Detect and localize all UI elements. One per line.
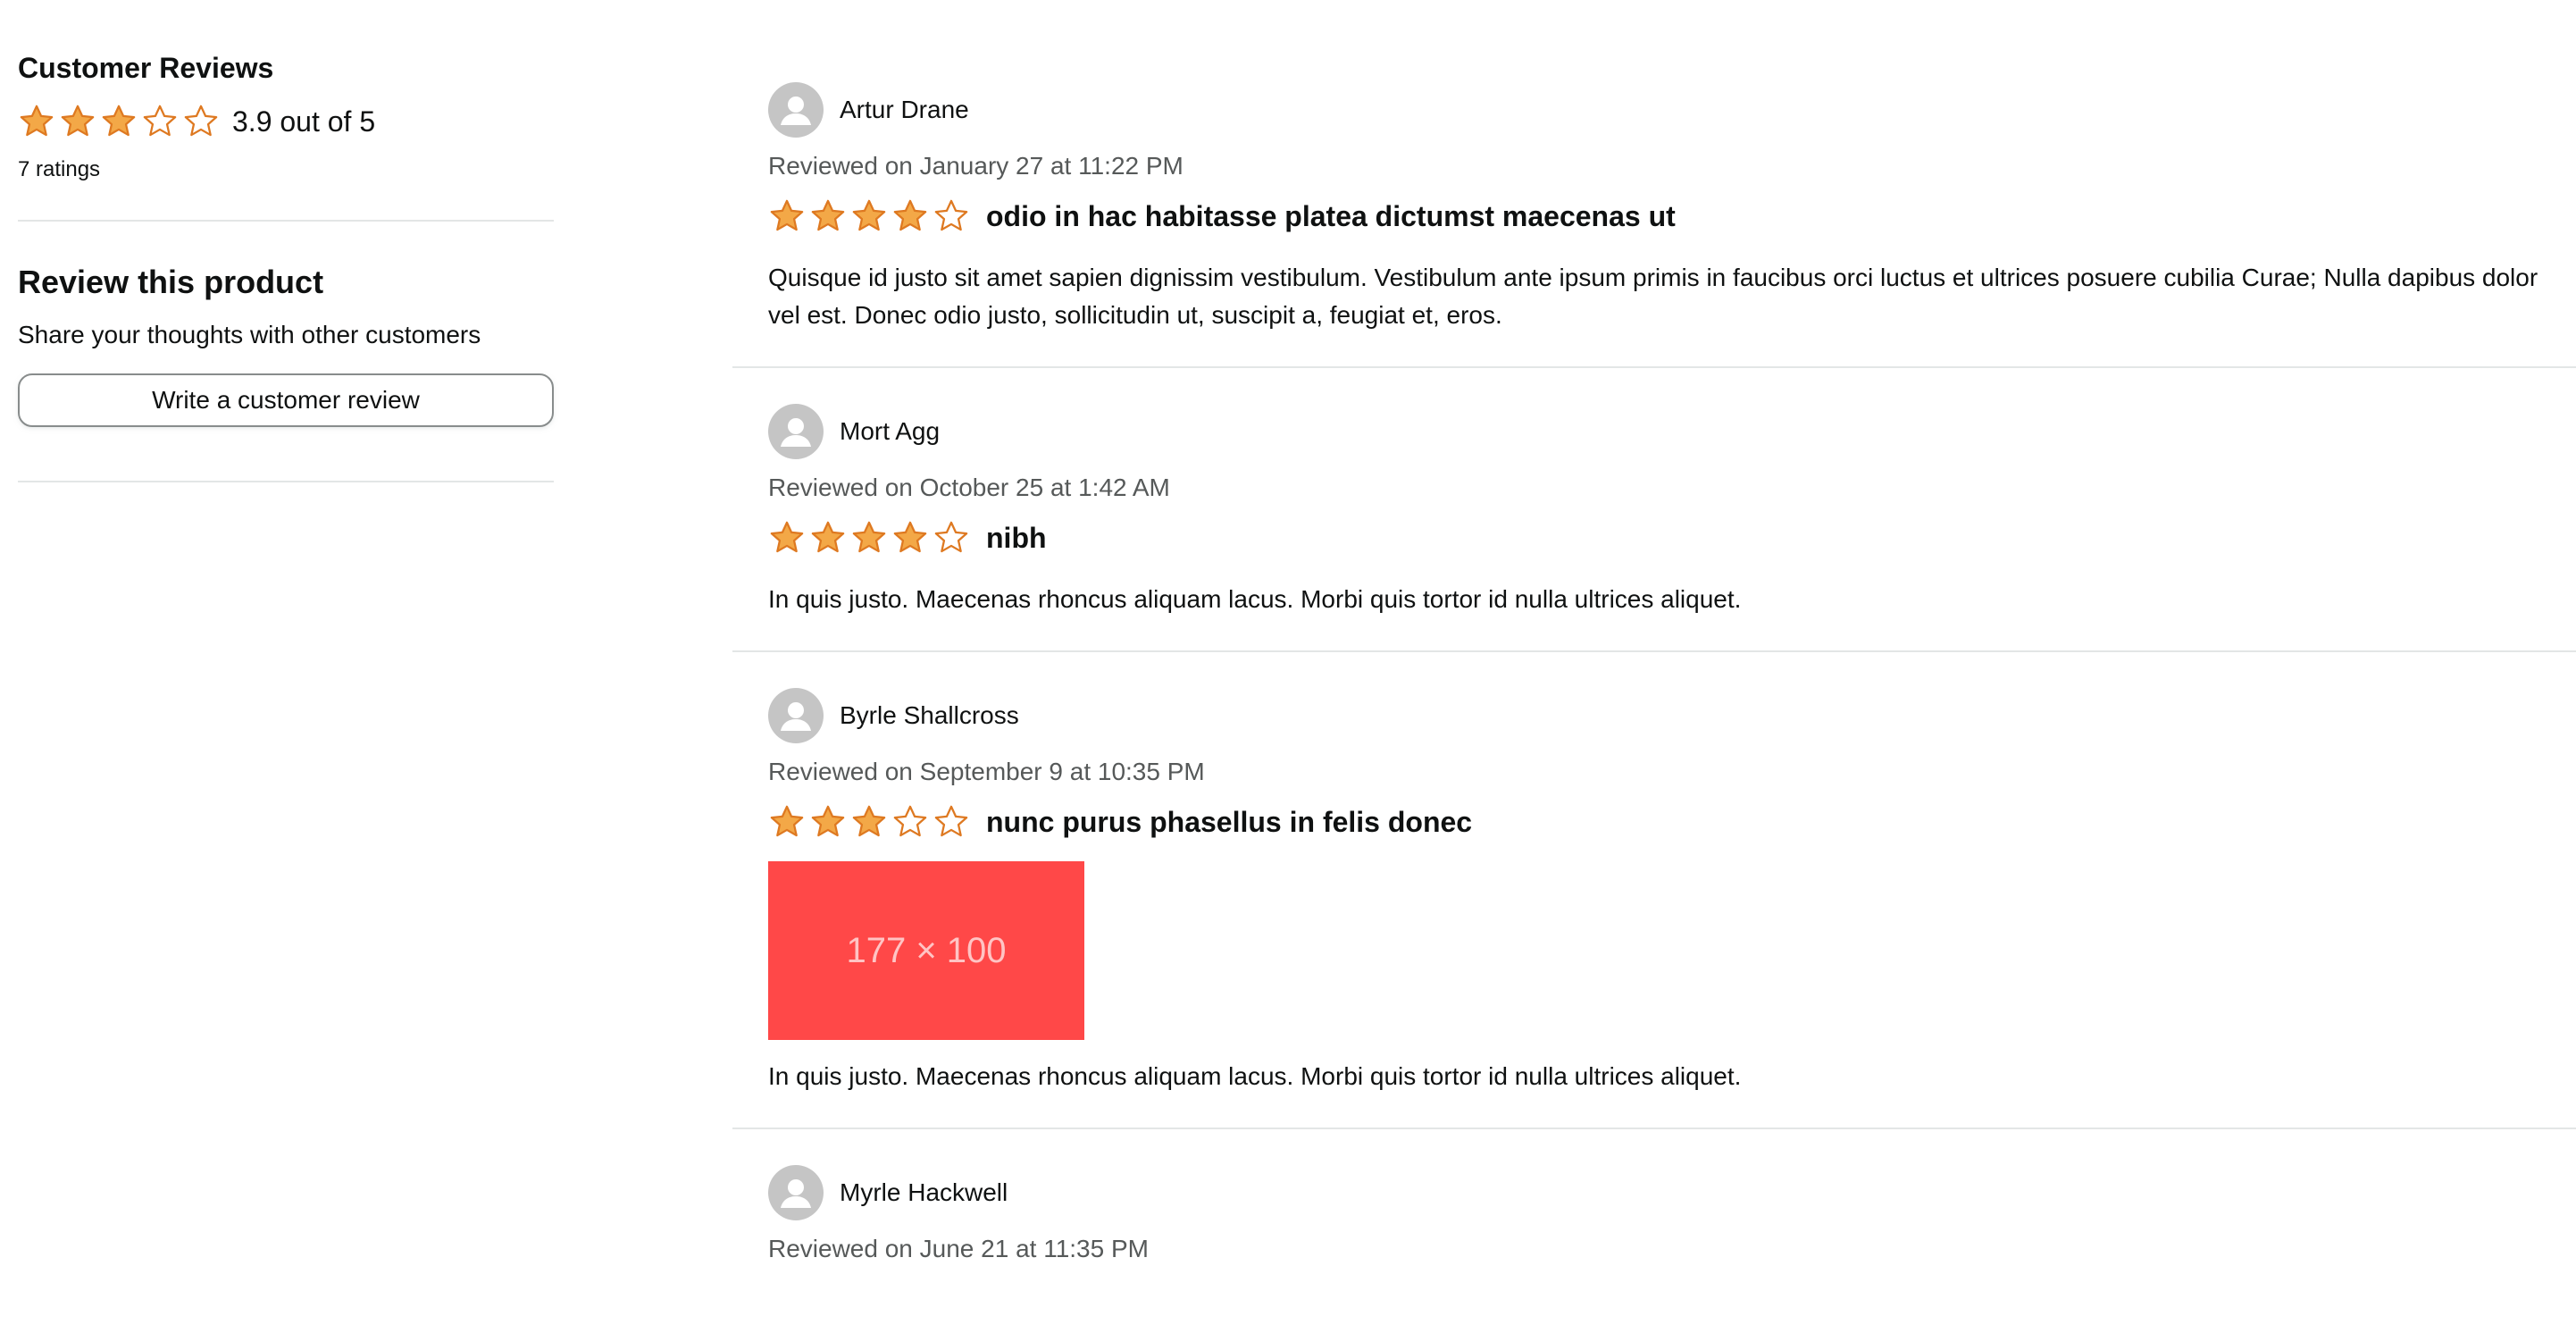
user-avatar-icon (768, 82, 824, 138)
rating-summary: 3.9 out of 5 (18, 100, 554, 143)
review-date: Reviewed on September 9 at 10:35 PM (768, 758, 1205, 785)
review-title: odio in hac habitasse platea dictumst ma… (986, 200, 1676, 232)
star-empty-icon (891, 803, 929, 841)
review-header: Myrle Hackwell (768, 1165, 2558, 1220)
review-rating-stars (768, 803, 970, 841)
star-filled-icon (850, 197, 888, 235)
star-filled-icon (59, 103, 96, 140)
review-body: In quis justo. Maecenas rhoncus aliquam … (768, 1062, 1742, 1090)
reviewer-name: Myrle Hackwell (840, 1178, 1008, 1206)
star-filled-icon (100, 103, 138, 140)
average-rating-text: 3.9 out of 5 (232, 105, 376, 138)
review-date: Reviewed on June 21 at 11:35 PM (768, 1235, 1149, 1262)
review-title: nibh (986, 522, 1047, 554)
review-date: Reviewed on January 27 at 11:22 PM (768, 152, 1183, 180)
review-rating-stars (768, 519, 970, 557)
user-avatar-icon (768, 404, 824, 459)
review-title-row: odio in hac habitasse platea dictumst ma… (768, 195, 2558, 238)
review-header: Mort Agg (768, 404, 2558, 459)
star-filled-icon (809, 519, 847, 557)
star-filled-icon (891, 519, 929, 557)
review-body: In quis justo. Maecenas rhoncus aliquam … (768, 585, 1742, 613)
average-rating-stars (18, 103, 220, 140)
star-filled-icon (891, 197, 929, 235)
star-empty-icon (933, 519, 970, 557)
star-filled-icon (18, 103, 55, 140)
star-filled-icon (809, 197, 847, 235)
reviewer-name: Artur Drane (840, 96, 969, 123)
reviewer-name: Byrle Shallcross (840, 701, 1019, 729)
user-avatar-icon (768, 1165, 824, 1220)
star-empty-icon (933, 803, 970, 841)
review-rating-stars (768, 197, 970, 235)
review-item: Artur Drane Reviewed on January 27 at 11… (732, 0, 2576, 368)
review-title-row: nibh (768, 516, 2558, 559)
reviews-list: Artur Drane Reviewed on January 27 at 11… (732, 0, 2576, 1267)
review-header: Artur Drane (768, 82, 2558, 138)
sidebar-divider (18, 220, 554, 222)
review-title: nunc purus phasellus in felis donec (986, 806, 1473, 838)
star-empty-icon (182, 103, 220, 140)
star-filled-icon (768, 519, 806, 557)
star-filled-icon (850, 803, 888, 841)
review-body: Quisque id justo sit amet sapien digniss… (768, 264, 2538, 329)
sidebar-divider (18, 481, 554, 482)
review-date: Reviewed on October 25 at 1:42 AM (768, 474, 1170, 501)
star-filled-icon (768, 803, 806, 841)
star-empty-icon (141, 103, 179, 140)
ratings-count: 7 ratings (18, 157, 101, 181)
star-filled-icon (809, 803, 847, 841)
customer-reviews-heading: Customer Reviews (18, 52, 274, 84)
star-empty-icon (933, 197, 970, 235)
star-filled-icon (768, 197, 806, 235)
review-prompt-text: Share your thoughts with other customers (18, 321, 481, 348)
reviews-sidebar: Customer Reviews 3.9 out of 5 7 ratings … (18, 48, 554, 482)
write-review-button[interactable]: Write a customer review (18, 373, 554, 427)
review-image-placeholder[interactable]: 177 × 100 (768, 861, 1084, 1040)
review-item: Mort Agg Reviewed on October 25 at 1:42 … (732, 368, 2576, 652)
review-item: Myrle Hackwell Reviewed on June 21 at 11… (732, 1129, 2576, 1267)
reviewer-name: Mort Agg (840, 417, 941, 445)
star-filled-icon (850, 519, 888, 557)
review-header: Byrle Shallcross (768, 688, 2558, 743)
reviews-page: Customer Reviews 3.9 out of 5 7 ratings … (0, 0, 2576, 1333)
user-avatar-icon (768, 688, 824, 743)
review-item: Byrle Shallcross Reviewed on September 9… (732, 652, 2576, 1129)
review-title-row: nunc purus phasellus in felis donec (768, 801, 2558, 843)
review-this-product-heading: Review this product (18, 264, 324, 300)
